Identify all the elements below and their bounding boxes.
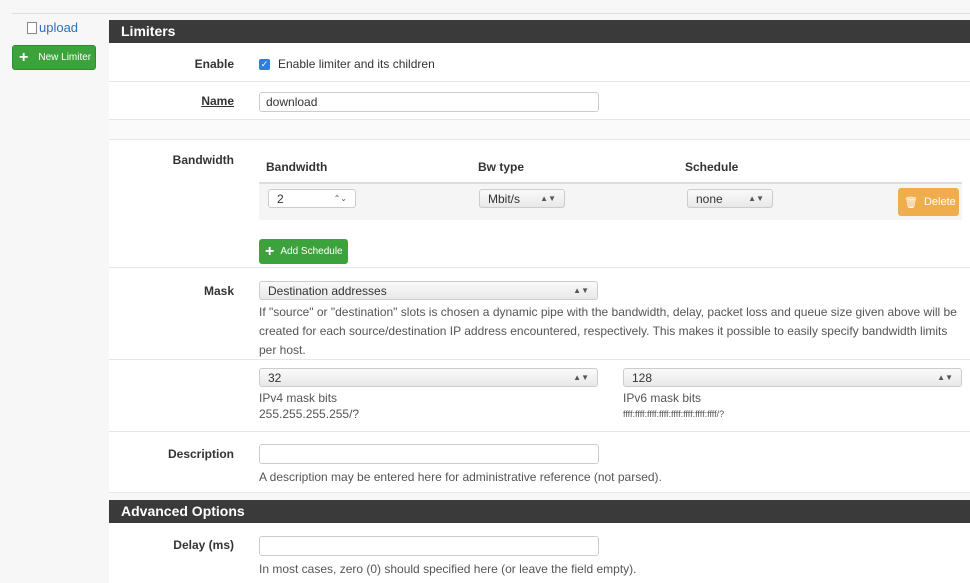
mask-row: Mask Destination addresses ▲▼ If "source"… bbox=[109, 268, 970, 360]
schedule-col-header: Schedule bbox=[685, 160, 739, 174]
delay-row: Delay (ms) In most cases, zero (0) shoul… bbox=[109, 523, 970, 583]
add-schedule-label: Add Schedule bbox=[280, 246, 343, 257]
bandwidth-input[interactable]: 2 ⌃⌄ bbox=[268, 189, 356, 208]
description-help: A description may be entered here for ad… bbox=[259, 470, 662, 484]
delay-help: In most cases, zero (0) should specified… bbox=[259, 562, 637, 576]
limiters-header: Limiters bbox=[109, 20, 970, 43]
select-arrows-icon: ▲▼ bbox=[937, 373, 953, 382]
bwtype-col-header: Bw type bbox=[478, 160, 525, 174]
bandwidth-label: Bandwidth bbox=[172, 153, 234, 167]
enable-checkbox-label: Enable limiter and its children bbox=[278, 57, 435, 71]
top-divider bbox=[12, 13, 970, 14]
mask-select[interactable]: Destination addresses ▲▼ bbox=[259, 281, 598, 300]
delete-button[interactable]: 🗑 Delete bbox=[898, 188, 959, 216]
bandwidth-col-header: Bandwidth bbox=[266, 160, 328, 174]
mask-bits-row: 32 ▲▼ IPv4 mask bits 255.255.255.255/? 12… bbox=[109, 360, 970, 432]
name-input[interactable]: download bbox=[259, 92, 599, 112]
advanced-header: Advanced Options bbox=[109, 500, 970, 523]
description-label: Description bbox=[167, 447, 234, 461]
plus-icon: + bbox=[265, 242, 275, 260]
bandwidth-row: Bandwidth Bandwidth Bw type Schedule 2 ⌃⌄… bbox=[109, 140, 970, 268]
ipv6-mask-value: 128 bbox=[632, 370, 653, 385]
name-row: Name download bbox=[109, 82, 970, 120]
ipv4-mask-label: IPv4 mask bits bbox=[259, 391, 338, 405]
schedule-select[interactable]: none ▲▼ bbox=[687, 189, 773, 208]
bandwidth-table-row bbox=[259, 182, 962, 220]
select-arrows-icon: ▲▼ bbox=[748, 194, 764, 203]
bwtype-select[interactable]: Mbit/s ▲▼ bbox=[479, 189, 565, 208]
ipv6-mask-hint: ffff:ffff:ffff:ffff:ffff:ffff:ffff:ffff/… bbox=[623, 409, 725, 419]
enable-label: Enable bbox=[194, 57, 234, 71]
new-limiter-button[interactable]: + New Limiter bbox=[12, 45, 96, 70]
mask-value: Destination addresses bbox=[268, 283, 387, 298]
ipv4-mask-hint: 255.255.255.255/? bbox=[259, 407, 360, 421]
description-row: Description A description may be entered… bbox=[109, 432, 970, 493]
delete-label: Delete bbox=[923, 196, 956, 208]
select-arrows-icon: ▲▼ bbox=[573, 286, 589, 295]
enable-checkbox[interactable]: ✓ bbox=[259, 58, 270, 70]
ipv4-mask-value: 32 bbox=[268, 370, 282, 385]
new-limiter-label: New Limiter bbox=[38, 52, 92, 63]
spinner-icon: ⌃⌄ bbox=[333, 194, 347, 203]
limiters-panel: Limiters Enable ✓ Enable limiter and its … bbox=[109, 20, 970, 493]
delay-label: Delay (ms) bbox=[173, 538, 234, 552]
ipv6-mask-label: IPv6 mask bits bbox=[623, 391, 702, 405]
spacer bbox=[109, 120, 970, 140]
bandwidth-value: 2 bbox=[277, 191, 284, 206]
mask-label: Mask bbox=[203, 284, 234, 298]
plus-icon: + bbox=[19, 48, 29, 66]
bwtype-value: Mbit/s bbox=[488, 191, 521, 206]
add-schedule-button[interactable]: + Add Schedule bbox=[259, 239, 348, 264]
ipv4-mask-select[interactable]: 32 ▲▼ bbox=[259, 368, 598, 387]
select-arrows-icon: ▲▼ bbox=[573, 373, 589, 382]
trash-icon: 🗑 bbox=[904, 196, 918, 209]
enable-checkbox-group[interactable]: ✓ Enable limiter and its children bbox=[259, 57, 435, 71]
delay-input[interactable] bbox=[259, 536, 599, 556]
schedule-value: none bbox=[696, 191, 723, 206]
select-arrows-icon: ▲▼ bbox=[540, 194, 556, 203]
ipv6-mask-select[interactable]: 128 ▲▼ bbox=[623, 368, 962, 387]
sidebar-link-upload[interactable]: upload bbox=[27, 20, 78, 35]
upload-link-label[interactable]: upload bbox=[39, 20, 78, 35]
name-label: Name bbox=[201, 94, 234, 108]
mask-help: If "source" or "destination" slots is ch… bbox=[259, 305, 957, 357]
document-icon bbox=[27, 21, 37, 34]
enable-row: Enable ✓ Enable limiter and its children bbox=[109, 43, 970, 82]
description-input[interactable] bbox=[259, 444, 599, 464]
